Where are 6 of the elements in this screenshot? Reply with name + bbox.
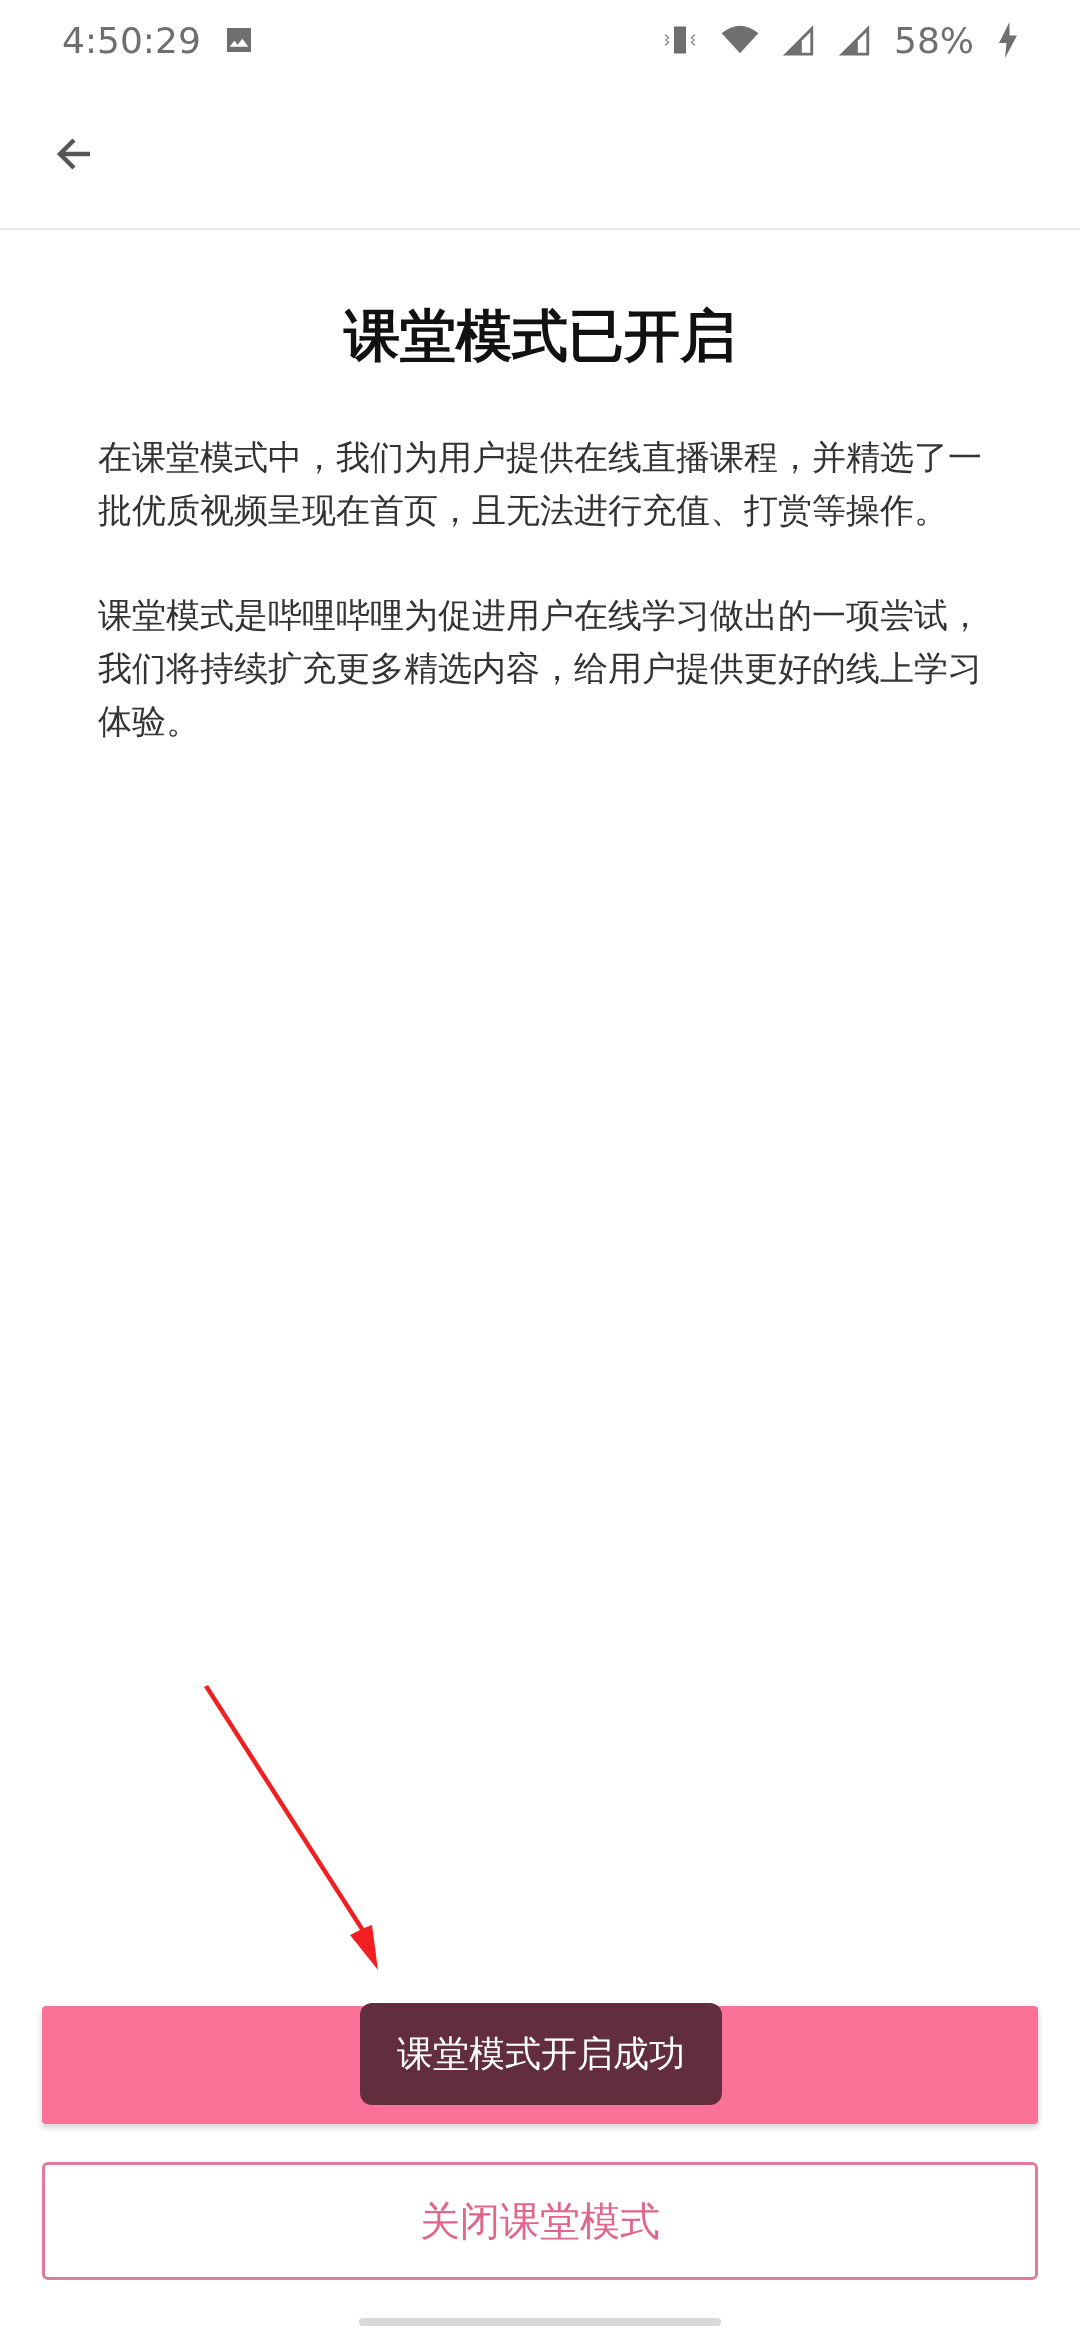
battery-percentage: 58% [894, 19, 974, 61]
description-paragraph: 课堂模式是哔哩哔哩为促进用户在线学习做出的一项尝试，我们将持续扩充更多精选内容，给用户提供更好的线上学习体验。 [98, 595, 983, 743]
page-title: 课堂模式已开启 [342, 303, 737, 369]
success-toast: 课堂模式开启成功 [360, 2003, 722, 2105]
status-time: 4:50:29 [62, 19, 201, 61]
description-paragraph: 在课堂模式中，我们为用户提供在线直播课程，并精选了一批优质视频呈现在首页，且无法进行充值、打赏等操作。 [98, 437, 983, 532]
